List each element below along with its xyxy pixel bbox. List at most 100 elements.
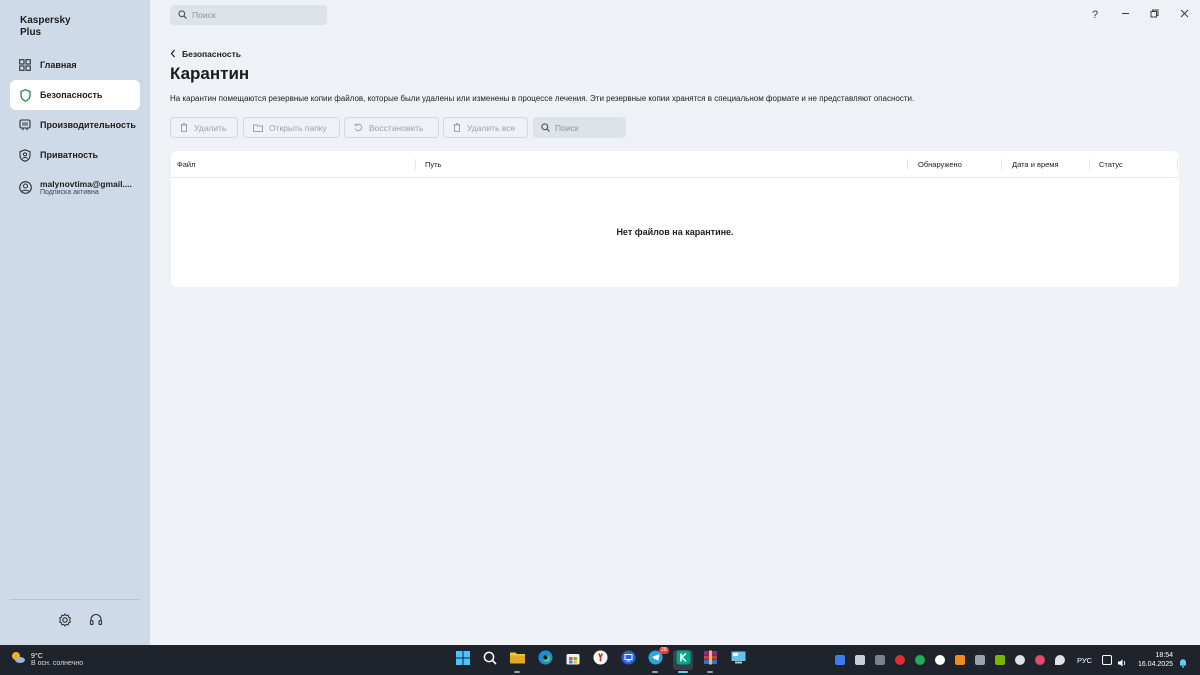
help-button[interactable]: ? [1086, 6, 1104, 24]
column-header-path[interactable]: Путь [425, 160, 441, 169]
sidebar-item-security[interactable]: Безопасность [10, 80, 140, 110]
column-divider[interactable] [1089, 159, 1090, 170]
tray-app-icon[interactable] [1035, 655, 1045, 665]
column-divider[interactable] [1001, 159, 1002, 170]
delete-all-button[interactable]: Удалить все [443, 117, 528, 138]
brand-line-2: Plus [20, 27, 42, 38]
open-folder-label: Открыть папку [269, 122, 327, 133]
support-button[interactable] [87, 613, 105, 631]
column-header-datetime[interactable]: Дата и время [1012, 160, 1059, 169]
help-icon: ? [1091, 9, 1099, 21]
search-icon [178, 6, 187, 24]
delete-button[interactable]: Удалить [170, 117, 238, 138]
weather-temperature: 9°C [31, 652, 43, 660]
tray-app-icon[interactable] [875, 655, 885, 665]
winrar-button[interactable] [700, 650, 720, 673]
breadcrumb: Безопасность [182, 49, 241, 59]
column-header-status[interactable]: Статус [1099, 160, 1123, 169]
brand-line-1: Kaspersky [20, 15, 71, 26]
tray-app-icon[interactable] [1015, 655, 1025, 665]
sidebar: Kaspersky Plus Главная Безопасность Прои… [0, 0, 150, 645]
sidebar-divider [10, 599, 140, 600]
restore-button[interactable] [1145, 6, 1163, 24]
nvidia-icon[interactable] [995, 655, 1005, 665]
tray-app-icon[interactable] [915, 655, 925, 665]
dashboard-icon [10, 59, 40, 71]
settings-icon [58, 612, 72, 632]
store-button[interactable] [563, 650, 583, 670]
volume-icon[interactable] [1117, 655, 1127, 667]
remote-app-button[interactable] [618, 650, 638, 670]
column-divider[interactable] [1177, 159, 1178, 170]
close-button[interactable] [1175, 6, 1193, 24]
sidebar-item-home[interactable]: Главная [10, 50, 140, 80]
quarantine-search[interactable] [533, 117, 626, 138]
tray-app-icon[interactable] [835, 655, 845, 665]
file-explorer-icon [509, 651, 525, 669]
column-divider[interactable] [415, 159, 416, 170]
tray-app-icon[interactable] [895, 655, 905, 665]
weather-widget[interactable]: 9°C В осн. солнечно [10, 650, 83, 669]
kaspersky-button[interactable] [673, 650, 693, 673]
winrar-icon [703, 650, 718, 670]
undo-icon [354, 119, 363, 137]
weather-condition: В осн. солнечно [31, 659, 84, 667]
app-logo: Kaspersky Plus [20, 15, 71, 39]
sidebar-item-privacy[interactable]: Приватность [10, 140, 140, 170]
running-indicator [678, 671, 688, 673]
clock-time: 18:54 [1155, 652, 1173, 659]
account-item[interactable]: malynovtima@gmail.... Подписка активна [10, 172, 140, 202]
search-input[interactable] [192, 10, 312, 20]
language-indicator[interactable]: РУС [1077, 656, 1092, 665]
tray-app-icon[interactable] [975, 655, 985, 665]
control-panel-icon [731, 651, 746, 669]
restore-file-button[interactable]: Восстановить [344, 117, 439, 138]
running-indicator [652, 671, 658, 673]
restore-label: Восстановить [369, 122, 424, 133]
trash-icon [453, 119, 461, 137]
column-divider[interactable] [907, 159, 908, 170]
user-icon [10, 180, 40, 194]
sidebar-item-label: Производительность [40, 120, 136, 130]
notification-bell-icon[interactable] [1178, 655, 1188, 668]
network-icon[interactable] [1102, 655, 1112, 665]
quarantine-search-input[interactable] [555, 122, 625, 133]
start-button[interactable] [453, 650, 473, 670]
file-explorer-button[interactable] [507, 650, 527, 673]
search-icon [541, 119, 550, 137]
page-title: Карантин [170, 64, 250, 83]
telegram-button[interactable]: 28 [645, 647, 669, 673]
sidebar-item-performance[interactable]: Производительность [10, 110, 140, 140]
store-icon [566, 651, 580, 670]
kaspersky-icon [676, 650, 691, 670]
control-panel-button[interactable] [728, 650, 748, 670]
column-header-detected[interactable]: Обнаружено [918, 160, 962, 169]
tray-app-icon[interactable] [955, 655, 965, 665]
windows-taskbar: 9°C В осн. солнечно 28 РУС 18:54 16.04.2… [0, 645, 1200, 675]
remote-app-icon [621, 650, 636, 670]
start-icon [456, 650, 470, 670]
open-folder-button[interactable]: Открыть папку [243, 117, 340, 138]
back-link[interactable]: Безопасность [170, 45, 241, 63]
running-indicator [514, 671, 520, 673]
notification-badge: 28 [658, 647, 669, 654]
account-email: malynovtima@gmail.... [40, 178, 132, 189]
taskbar-search-button[interactable] [480, 650, 500, 670]
speedometer-icon [10, 119, 40, 131]
clock-date: 16.04.2025 [1137, 661, 1173, 668]
tray-app-icon[interactable] [935, 655, 945, 665]
subscription-status: Подписка активна [40, 188, 99, 196]
settings-button[interactable] [56, 612, 74, 632]
table-header: Файл Путь Обнаружено Дата и время Статус [171, 151, 1179, 178]
tray-app-icon[interactable] [855, 655, 865, 665]
folder-icon [253, 119, 263, 137]
column-header-file[interactable]: Файл [177, 160, 195, 169]
system-clock[interactable]: 18:54 16.04.2025 [1138, 651, 1173, 669]
edge-icon [538, 650, 553, 670]
edge-button[interactable] [535, 650, 555, 670]
minimize-button[interactable] [1116, 6, 1134, 24]
tray-app-icon[interactable] [1055, 655, 1065, 665]
global-search[interactable] [170, 5, 327, 25]
yandex-browser-button[interactable] [590, 650, 610, 670]
weather-sun-icon [10, 650, 26, 669]
